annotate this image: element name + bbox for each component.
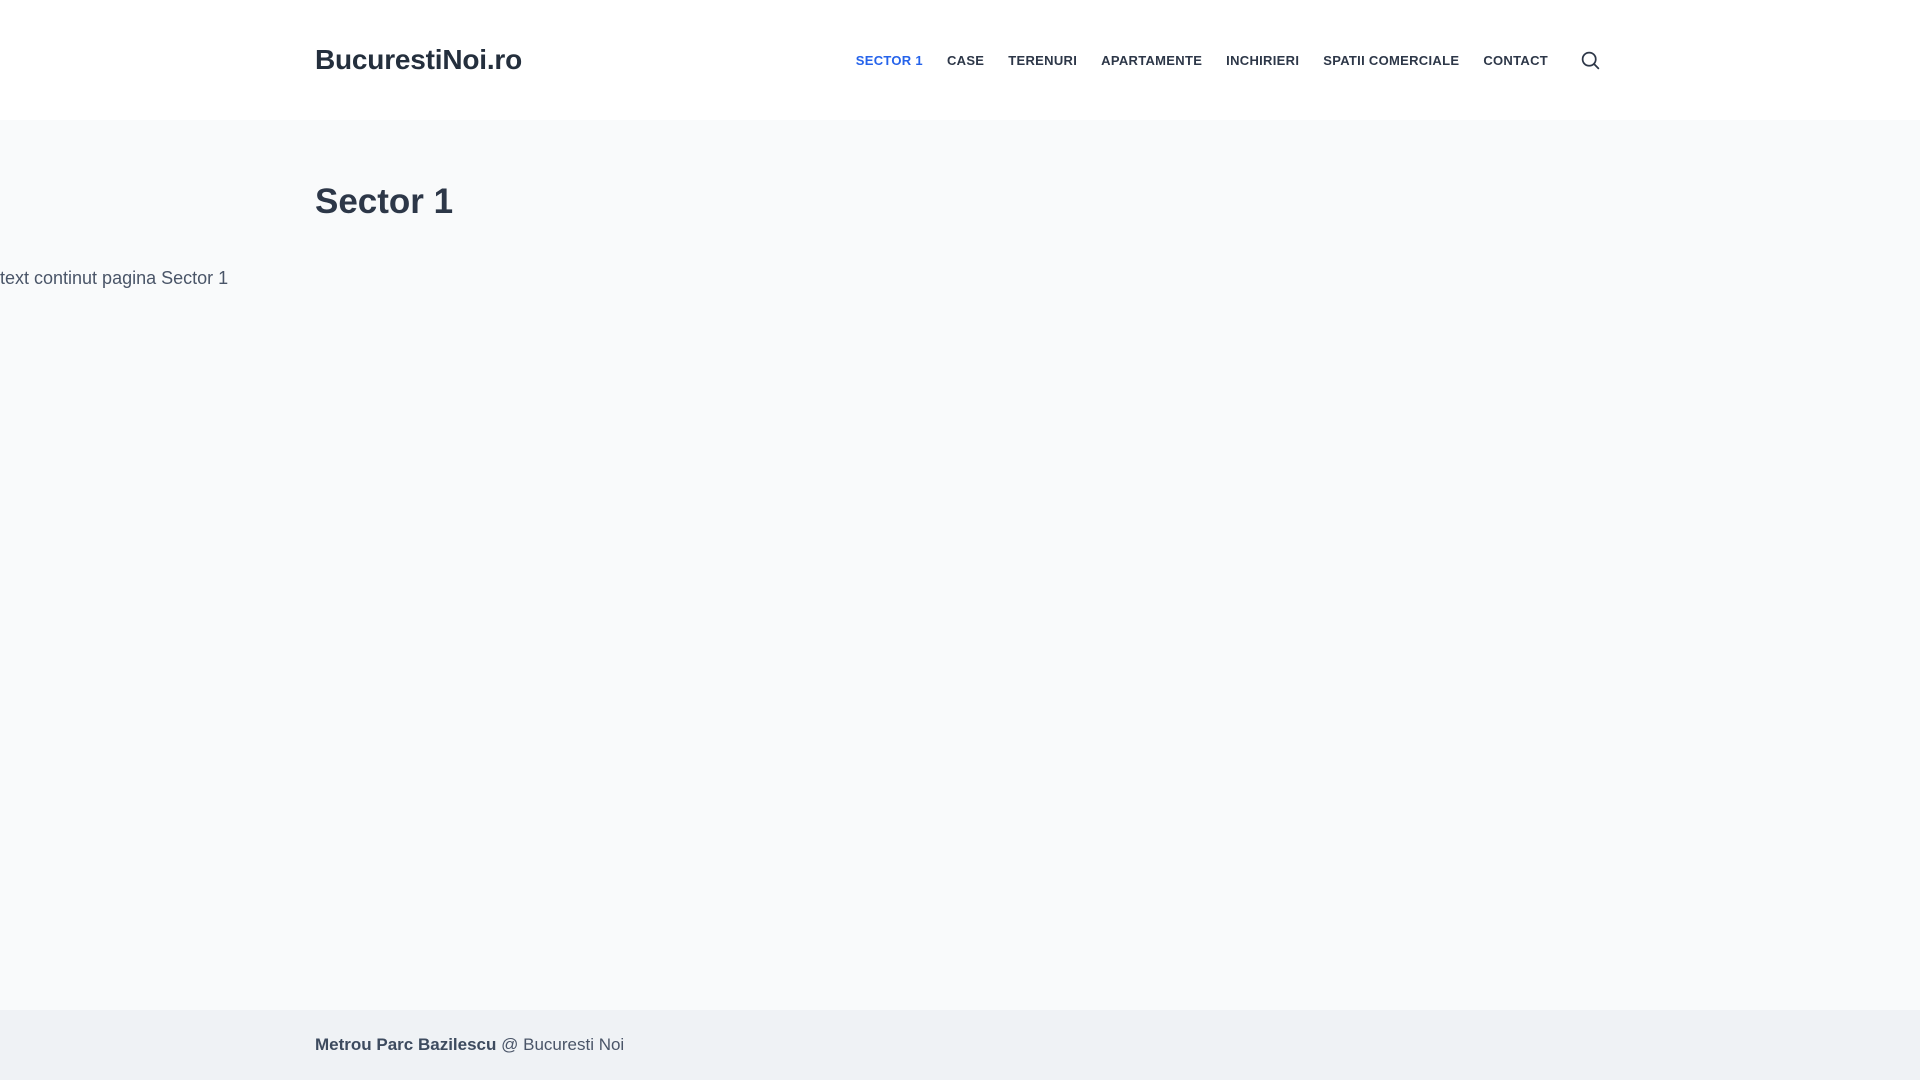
search-icon bbox=[1580, 50, 1601, 71]
footer-site-name: Metrou Parc Bazilescu bbox=[315, 1035, 497, 1054]
nav-item-contact[interactable]: CONTACT bbox=[1471, 47, 1560, 74]
page: BucurestiNoi.ro SECTOR 1 CASE TERENURI A… bbox=[0, 0, 1920, 1080]
header-right: SECTOR 1 CASE TERENURI APARTAMENTE INCHI… bbox=[844, 46, 1605, 75]
nav-item-terenuri[interactable]: TERENURI bbox=[996, 47, 1089, 74]
site-logo[interactable]: BucurestiNoi.ro bbox=[315, 44, 522, 76]
nav-item-sector-1[interactable]: SECTOR 1 bbox=[844, 47, 935, 74]
search-button[interactable] bbox=[1576, 46, 1605, 75]
site-footer: Metrou Parc Bazilescu @ Bucuresti Noi bbox=[0, 1010, 1920, 1080]
nav-item-spatii-comerciale[interactable]: SPATII COMERCIALE bbox=[1311, 47, 1471, 74]
nav-list: SECTOR 1 CASE TERENURI APARTAMENTE INCHI… bbox=[844, 47, 1560, 74]
page-title: Sector 1 bbox=[315, 182, 454, 221]
main-nav: SECTOR 1 CASE TERENURI APARTAMENTE INCHI… bbox=[844, 47, 1560, 74]
nav-item-case[interactable]: CASE bbox=[935, 47, 996, 74]
page-body-text: text continut pagina Sector 1 bbox=[0, 268, 229, 289]
nav-item-apartamente[interactable]: APARTAMENTE bbox=[1089, 47, 1214, 74]
nav-item-inchirieri[interactable]: INCHIRIERI bbox=[1214, 47, 1311, 74]
footer-text: Metrou Parc Bazilescu @ Bucuresti Noi bbox=[315, 1035, 624, 1055]
site-header: BucurestiNoi.ro SECTOR 1 CASE TERENURI A… bbox=[0, 0, 1920, 120]
footer-suffix: @ Bucuresti Noi bbox=[496, 1035, 625, 1054]
main-content: Sector 1 text continut pagina Sector 1 bbox=[0, 120, 1920, 1010]
